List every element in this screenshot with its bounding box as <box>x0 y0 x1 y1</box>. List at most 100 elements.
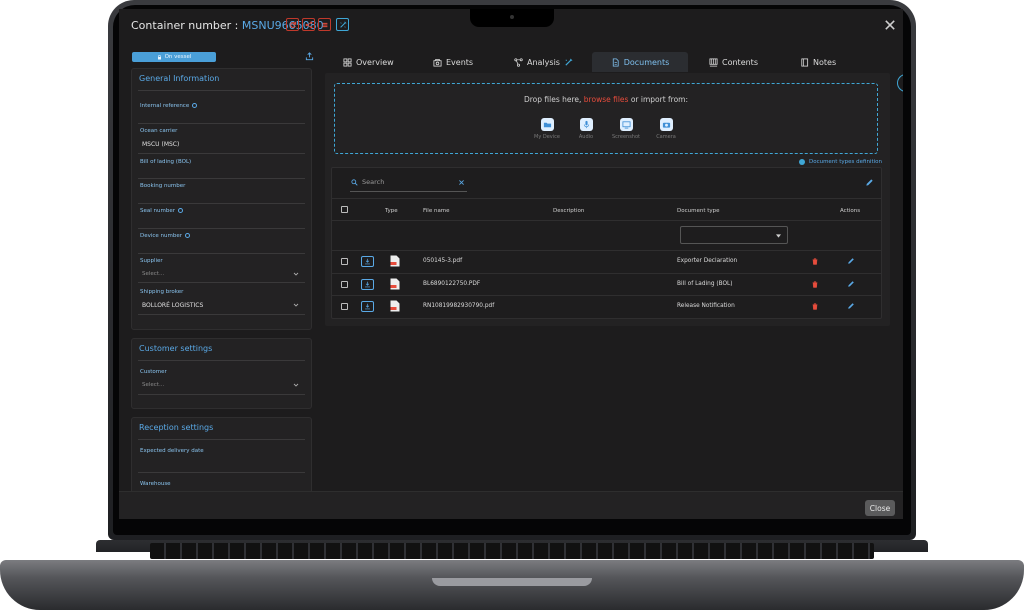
tab-events[interactable]: Events <box>433 52 473 72</box>
tab-label: Notes <box>813 57 837 67</box>
broker-select[interactable]: BOLLORÉ LOGISTICS <box>142 302 203 309</box>
close-button[interactable]: Close <box>865 500 895 516</box>
info-icon <box>178 208 183 213</box>
delivery-date-field[interactable]: Expected delivery date <box>140 448 204 454</box>
row-checkbox[interactable] <box>341 281 348 288</box>
status-badge-label: On vessel <box>164 54 192 60</box>
row-checkbox[interactable] <box>341 258 348 265</box>
internal-reference-field[interactable]: Internal reference <box>140 103 198 109</box>
refresh-button[interactable] <box>286 18 299 31</box>
document-type: Exporter Declaration <box>677 258 738 264</box>
tab-documents[interactable]: Documents <box>592 52 688 72</box>
tab-notes[interactable]: Notes <box>800 52 836 72</box>
status-badge: On vessel <box>132 52 216 62</box>
row-checkbox[interactable] <box>341 303 348 310</box>
pdf-icon <box>390 300 400 312</box>
ocean-carrier-value[interactable]: MSCU (MSC) <box>142 141 179 148</box>
booking-number-field[interactable]: Booking number <box>140 183 185 189</box>
clear-icon[interactable] <box>458 179 465 186</box>
nodes-icon <box>514 57 523 67</box>
search-field[interactable] <box>350 175 467 192</box>
general-info-card: General Information Internal reference O… <box>131 68 312 330</box>
seal-number-field[interactable]: Seal number <box>140 208 183 214</box>
divider <box>138 90 305 91</box>
trash-icon[interactable] <box>812 303 818 310</box>
device-number-field[interactable]: Device number <box>140 233 191 239</box>
source-audio[interactable]: Audio <box>566 118 606 140</box>
menu-button[interactable] <box>318 18 331 31</box>
laptop-lip <box>432 578 592 586</box>
download-button[interactable] <box>361 279 374 290</box>
drop-instructions: Drop files here, browse files or import … <box>335 95 877 104</box>
laptop-keyboard <box>150 543 874 559</box>
edit-icon[interactable] <box>847 280 855 288</box>
tab-contents[interactable]: Contents <box>709 52 758 72</box>
source-my-device[interactable]: My Device <box>527 118 567 140</box>
table-divider <box>332 250 881 251</box>
trash-icon[interactable] <box>812 281 818 288</box>
camera-notch <box>470 9 554 27</box>
drop-text-prefix: Drop files here, <box>523 95 584 104</box>
document-types-label: Document types definition <box>808 159 882 165</box>
field-underline <box>138 123 305 124</box>
table-divider <box>332 198 881 199</box>
chevron-down-icon[interactable] <box>293 383 299 387</box>
pdf-icon <box>390 278 400 290</box>
divider <box>138 360 305 361</box>
source-camera[interactable]: Camera <box>646 118 686 140</box>
column-header-file-name: File name <box>423 208 450 214</box>
bol-field[interactable]: Bill of lading (BOL) <box>140 159 191 165</box>
warehouse-field[interactable]: Warehouse <box>140 481 171 487</box>
tools-button[interactable] <box>336 18 349 31</box>
document-icon <box>612 57 619 67</box>
field-underline <box>138 472 305 473</box>
wand-icon <box>339 21 346 28</box>
file-name[interactable]: 050145-3.pdf <box>423 258 462 264</box>
download-icon <box>365 281 370 288</box>
tab-analysis[interactable]: Analysis <box>514 52 573 72</box>
document-type-filter[interactable] <box>680 226 788 244</box>
download-button[interactable] <box>361 256 374 267</box>
ocean-carrier-label: Ocean carrier <box>140 128 178 134</box>
trash-icon[interactable] <box>812 258 818 265</box>
pdf-icon <box>390 255 400 267</box>
field-underline <box>138 153 305 154</box>
customer-settings-title: Customer settings <box>139 344 213 353</box>
supplier-label: Supplier <box>140 258 163 264</box>
modal-footer: Close <box>119 491 903 519</box>
supplier-select[interactable]: Select... <box>142 271 164 277</box>
edit-icon[interactable] <box>865 178 874 187</box>
info-dot-icon <box>798 159 805 165</box>
source-label: Screenshot <box>612 134 640 140</box>
file-drop-zone[interactable]: Drop files here, browse files or import … <box>334 83 878 154</box>
document-types-link[interactable]: Document types definition <box>798 159 882 165</box>
source-label: Audio <box>578 134 594 140</box>
download-button[interactable] <box>361 301 374 312</box>
select-all-checkbox[interactable] <box>341 206 348 213</box>
chevron-down-icon[interactable] <box>293 272 299 276</box>
tab-overview[interactable]: Overview <box>343 52 394 72</box>
reception-settings-title: Reception settings <box>139 423 214 432</box>
column-header-document-type: Document type <box>677 208 720 214</box>
field-underline <box>138 203 305 204</box>
search-input[interactable] <box>362 178 452 186</box>
file-name[interactable]: BL6890122750.PDF <box>423 281 480 287</box>
lock-icon <box>157 54 161 59</box>
device-number-label: Device number <box>140 233 183 239</box>
browse-files-link[interactable]: browse files <box>584 95 629 104</box>
field-underline <box>138 314 305 315</box>
close-icon[interactable] <box>883 18 897 32</box>
source-screenshot[interactable]: Screenshot <box>606 118 646 140</box>
tab-label: Documents <box>623 57 670 67</box>
customer-select[interactable]: Select... <box>142 382 164 388</box>
share-button[interactable] <box>302 18 315 31</box>
upload-icon[interactable] <box>305 52 314 61</box>
microphone-icon <box>579 118 593 131</box>
folder-icon <box>540 118 554 131</box>
edit-icon[interactable] <box>847 302 855 310</box>
edit-icon[interactable] <box>847 257 855 265</box>
share-icon <box>305 21 312 28</box>
table-divider <box>332 220 881 221</box>
chevron-down-icon[interactable] <box>293 303 299 307</box>
file-name[interactable]: RN10819982930790.pdf <box>423 303 494 309</box>
